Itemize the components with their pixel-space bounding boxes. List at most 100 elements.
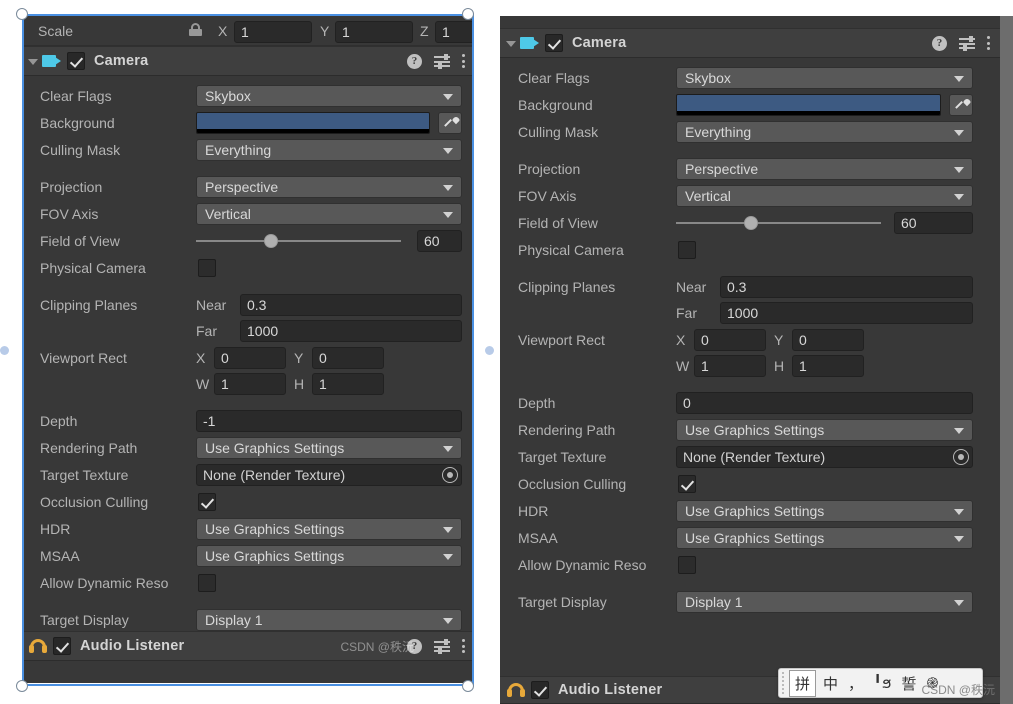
row-clipping-planes-near: Clipping Planes Near 0.3 bbox=[22, 291, 474, 318]
field-of-view-label: Field of View bbox=[40, 232, 120, 249]
row-hdr: HDR Use Graphics Settings bbox=[22, 515, 474, 542]
occlusion-culling-checkbox[interactable] bbox=[678, 474, 696, 493]
row-occlusion-culling: Occlusion Culling bbox=[500, 470, 1013, 497]
target-display-dropdown[interactable]: Display 1 bbox=[196, 608, 462, 631]
slider-knob[interactable] bbox=[263, 233, 278, 248]
selection-handle-bottom-right[interactable] bbox=[462, 680, 474, 692]
msaa-dropdown[interactable]: Use Graphics Settings bbox=[196, 544, 462, 567]
viewport-w-field[interactable]: 1 bbox=[214, 373, 286, 395]
fov-axis-dropdown[interactable]: Vertical bbox=[676, 184, 973, 207]
audio-listener-enabled-checkbox[interactable] bbox=[531, 681, 549, 699]
viewport-h-label: H bbox=[774, 358, 785, 374]
link-lock-icon[interactable] bbox=[188, 23, 203, 36]
hdr-dropdown[interactable]: Use Graphics Settings bbox=[196, 517, 462, 540]
near-clip-field[interactable]: 0.3 bbox=[240, 293, 462, 316]
ime-fullwidth-button[interactable]: ╹ϧ bbox=[868, 672, 896, 694]
more-options-icon[interactable] bbox=[987, 35, 991, 51]
depth-field[interactable]: -1 bbox=[196, 409, 462, 432]
ime-drag-handle[interactable] bbox=[779, 669, 787, 697]
allow-dynamic-resolution-checkbox[interactable] bbox=[678, 555, 696, 574]
clear-flags-dropdown[interactable]: Skybox bbox=[196, 84, 462, 107]
eyedropper-icon[interactable] bbox=[949, 93, 973, 116]
chevron-down-icon bbox=[443, 211, 453, 218]
background-color-swatch[interactable] bbox=[196, 111, 430, 134]
viewport-x-field[interactable]: 0 bbox=[214, 346, 286, 369]
target-display-dropdown[interactable]: Display 1 bbox=[676, 590, 973, 613]
rendering-path-dropdown[interactable]: Use Graphics Settings bbox=[676, 418, 973, 441]
object-picker-icon[interactable] bbox=[442, 466, 458, 483]
more-options-icon[interactable] bbox=[462, 53, 466, 69]
foldout-arrow-icon[interactable] bbox=[26, 54, 40, 68]
target-texture-objectfield[interactable]: None (Render Texture) bbox=[676, 445, 973, 468]
camera-enabled-checkbox[interactable] bbox=[545, 34, 563, 52]
projection-dropdown[interactable]: Perspective bbox=[196, 175, 462, 198]
preset-settings-icon[interactable] bbox=[434, 53, 450, 69]
msaa-dropdown[interactable]: Use Graphics Settings bbox=[676, 526, 973, 549]
vertical-scrollbar[interactable] bbox=[1000, 16, 1013, 704]
object-picker-icon[interactable] bbox=[953, 448, 969, 465]
scale-y-field[interactable]: 1 bbox=[335, 21, 413, 43]
near-clip-field[interactable]: 0.3 bbox=[720, 275, 973, 298]
audio-listener-component-header[interactable]: Audio Listener ? bbox=[22, 631, 474, 661]
viewport-w-field[interactable]: 1 bbox=[694, 355, 766, 377]
field-of-view-slider[interactable] bbox=[676, 212, 881, 234]
physical-camera-checkbox[interactable] bbox=[678, 240, 696, 259]
viewport-y-field[interactable]: 0 bbox=[312, 346, 384, 369]
culling-mask-dropdown[interactable]: Everything bbox=[196, 138, 462, 161]
foldout-arrow-icon[interactable] bbox=[504, 36, 518, 50]
help-icon[interactable]: ? bbox=[932, 35, 947, 51]
viewport-y-field[interactable]: 0 bbox=[792, 328, 864, 351]
ime-language-bar[interactable]: 拼 中 ， ╹ϧ 誓 ֎ bbox=[778, 668, 983, 698]
scale-x-field[interactable]: 1 bbox=[234, 21, 312, 43]
clear-flags-dropdown[interactable]: Skybox bbox=[676, 66, 973, 89]
background-label: Background bbox=[518, 96, 593, 113]
far-clip-field[interactable]: 1000 bbox=[240, 320, 462, 342]
occlusion-culling-label: Occlusion Culling bbox=[40, 493, 149, 510]
background-color-swatch[interactable] bbox=[676, 93, 941, 116]
target-texture-objectfield[interactable]: None (Render Texture) bbox=[196, 463, 462, 486]
selection-handle-left-middle[interactable] bbox=[0, 346, 9, 355]
viewport-h-field[interactable]: 1 bbox=[792, 355, 864, 377]
slider-knob[interactable] bbox=[743, 215, 758, 230]
selection-handle-top-right[interactable] bbox=[462, 8, 474, 20]
eyedropper-icon[interactable] bbox=[438, 111, 462, 134]
depth-field[interactable]: 0 bbox=[676, 391, 973, 414]
camera-component-header[interactable]: Camera ? bbox=[500, 28, 1013, 58]
field-of-view-value[interactable]: 60 bbox=[417, 229, 462, 252]
clear-flags-label: Clear Flags bbox=[518, 69, 590, 86]
ime-mode-chinese-button[interactable]: 中 bbox=[818, 671, 843, 696]
camera-component-header[interactable]: Camera ? bbox=[22, 46, 474, 76]
scale-z-field[interactable]: 1 bbox=[435, 21, 474, 43]
help-icon[interactable]: ? bbox=[407, 638, 422, 654]
culling-mask-dropdown[interactable]: Everything bbox=[676, 120, 973, 143]
physical-camera-checkbox[interactable] bbox=[198, 258, 216, 277]
camera-icon bbox=[520, 36, 540, 50]
viewport-h-field[interactable]: 1 bbox=[312, 373, 384, 395]
allow-dynamic-resolution-checkbox[interactable] bbox=[198, 573, 216, 592]
row-clipping-planes-far: Far 1000 bbox=[22, 318, 474, 344]
projection-dropdown[interactable]: Perspective bbox=[676, 157, 973, 180]
preset-settings-icon[interactable] bbox=[434, 638, 450, 654]
hdr-value: Use Graphics Settings bbox=[205, 520, 345, 537]
preset-settings-icon[interactable] bbox=[959, 35, 975, 51]
field-of-view-slider[interactable] bbox=[196, 230, 401, 252]
msaa-label: MSAA bbox=[518, 529, 558, 546]
audio-listener-enabled-checkbox[interactable] bbox=[53, 637, 71, 655]
ime-mode-pinyin-button[interactable]: 拼 bbox=[789, 669, 817, 697]
rendering-path-dropdown[interactable]: Use Graphics Settings bbox=[196, 436, 462, 459]
help-icon[interactable]: ? bbox=[407, 53, 422, 69]
selection-handle-right-middle[interactable] bbox=[485, 346, 494, 355]
selection-handle-top-left[interactable] bbox=[16, 8, 28, 20]
far-clip-field[interactable]: 1000 bbox=[720, 302, 973, 324]
more-options-icon[interactable] bbox=[462, 638, 466, 654]
field-of-view-value[interactable]: 60 bbox=[894, 211, 973, 234]
ime-toolbox-button[interactable]: 誓 bbox=[896, 671, 921, 696]
hdr-dropdown[interactable]: Use Graphics Settings bbox=[676, 499, 973, 522]
selection-handle-bottom-left[interactable] bbox=[16, 680, 28, 692]
fov-axis-dropdown[interactable]: Vertical bbox=[196, 202, 462, 225]
camera-enabled-checkbox[interactable] bbox=[67, 52, 85, 70]
ime-settings-button[interactable]: ֎ bbox=[921, 671, 943, 695]
viewport-x-field[interactable]: 0 bbox=[694, 328, 766, 351]
occlusion-culling-checkbox[interactable] bbox=[198, 492, 216, 511]
ime-punctuation-button[interactable]: ， bbox=[843, 671, 868, 696]
